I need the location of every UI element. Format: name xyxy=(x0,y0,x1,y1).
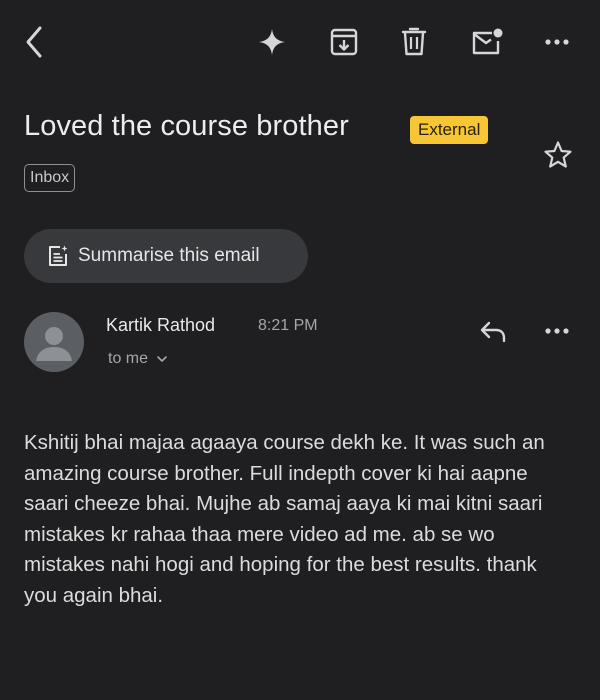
more-icon xyxy=(545,39,569,45)
archive-icon xyxy=(330,28,358,56)
reply-icon xyxy=(480,321,506,343)
star-button[interactable] xyxy=(540,138,576,172)
avatar[interactable] xyxy=(24,312,84,372)
sender-name: Kartik Rathod xyxy=(106,315,216,335)
recipient-label: to me xyxy=(108,350,149,367)
delete-icon xyxy=(401,27,427,56)
inbox-label[interactable]: Inbox xyxy=(24,164,76,192)
sparkle-icon xyxy=(259,29,285,55)
summarise-icon xyxy=(49,245,68,266)
email-body: Kshitij bhai majaa agaaya course dekh ke… xyxy=(24,431,545,607)
message-more-options-button[interactable] xyxy=(540,318,574,344)
star-icon xyxy=(544,141,572,168)
summarise-label: Summarise this email xyxy=(78,245,260,266)
email-time: 8:21 PM xyxy=(258,317,318,334)
summarise-email-button[interactable]: Summarise this email xyxy=(24,229,308,283)
more-icon xyxy=(545,328,569,334)
reply-button[interactable] xyxy=(474,314,512,348)
archive-button[interactable] xyxy=(326,24,362,60)
back-button[interactable] xyxy=(16,22,52,62)
gemini-button[interactable] xyxy=(254,26,290,58)
mark-unread-icon xyxy=(472,28,503,55)
chevron-down-icon xyxy=(157,356,167,362)
more-options-button[interactable] xyxy=(540,28,574,56)
delete-button[interactable] xyxy=(396,24,432,60)
mark-unread-button[interactable] xyxy=(468,24,506,60)
external-badge: External xyxy=(410,116,489,144)
email-subject: Loved the course brother xyxy=(24,110,349,142)
back-icon xyxy=(26,26,42,58)
recipient-details[interactable]: to me xyxy=(108,350,168,368)
person-icon xyxy=(36,327,72,361)
